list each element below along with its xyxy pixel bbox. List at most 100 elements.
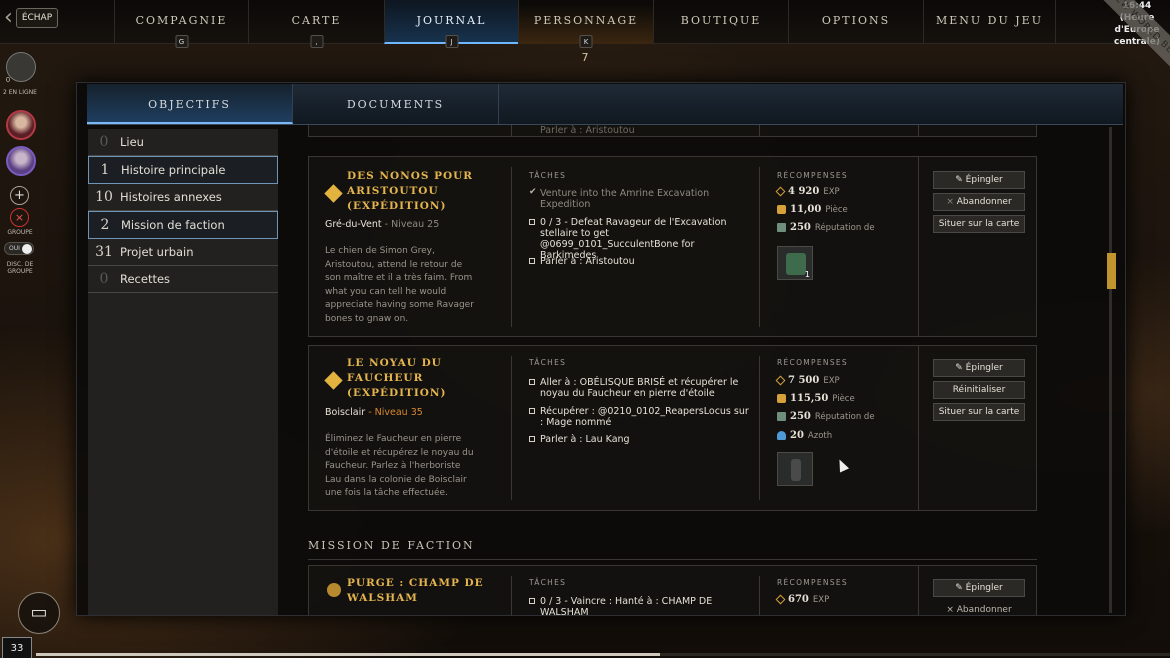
locate-on-map-button[interactable]: Situer sur la carte: [933, 215, 1025, 233]
tab-journal[interactable]: JOURNAL J: [384, 0, 518, 48]
task-item: Récupérer : @0210_0102_ReapersLocus sur …: [529, 406, 749, 428]
azoth-icon: [777, 431, 786, 440]
scrollbar-track[interactable]: [1109, 127, 1112, 613]
task-text: 0 / 3 - Defeat Ravageur de l'Excavation …: [540, 217, 727, 261]
task-item: Parler à : Aristoutou: [529, 256, 749, 267]
quest-level: - Niveau 25: [384, 219, 440, 230]
reward-unit: Pièce: [832, 393, 855, 404]
divider: [759, 167, 760, 327]
pin-button[interactable]: ✎ Épingler: [933, 579, 1025, 597]
attribute-points-count: 7: [581, 51, 589, 64]
escape-button[interactable]: ‹ ÉCHAP: [4, 5, 59, 30]
tab-menu-du-jeu[interactable]: MENU DU JEU: [923, 0, 1056, 44]
hotkey-badge: ,: [310, 35, 323, 48]
pin-button[interactable]: ✎ Épingler: [933, 359, 1025, 377]
task-text: 0 / 3 - Vaincre : Hanté à : CHAMP DE WAL…: [540, 596, 713, 615]
category-label: Lieu: [120, 135, 144, 150]
tab-label: BOUTIQUE: [680, 14, 762, 27]
category-mission-de-faction[interactable]: 2 Mission de faction: [88, 211, 278, 239]
section-title: MISSION DE FACTION: [308, 539, 475, 552]
xp-bar: [36, 653, 1170, 656]
divider: [511, 356, 512, 500]
rewards-header: RÉCOMPENSES: [777, 171, 848, 180]
task-item: Parler à : Lau Kang: [529, 434, 749, 445]
reward-unit: Azoth: [807, 430, 833, 441]
reward-value: 115,50: [790, 393, 829, 404]
category-projet-urbain[interactable]: 31 Projet urbain: [88, 239, 278, 266]
chat-button[interactable]: ▭: [18, 592, 60, 634]
add-member-icon[interactable]: +: [10, 186, 29, 205]
exp-icon: [775, 186, 786, 197]
hotkey-badge: J: [445, 35, 458, 48]
reset-button[interactable]: Réinitialiser: [933, 381, 1025, 399]
locate-on-map-button[interactable]: Situer sur la carte: [933, 403, 1025, 421]
task-text: Récupérer : @0210_0102_ReapersLocus sur …: [540, 406, 749, 428]
reward-unit: Pièce: [825, 204, 848, 215]
exp-icon: [775, 594, 786, 605]
checkbox: [529, 436, 535, 442]
task-item: Aller à : OBÉLISQUE BRISÉ et récupérer l…: [529, 377, 749, 399]
abandon-button[interactable]: × Abandonner: [933, 193, 1025, 211]
reward-item[interactable]: 1: [777, 246, 813, 280]
tab-objectifs[interactable]: OBJECTIFS: [87, 84, 293, 124]
coin-icon: [777, 205, 786, 214]
tab-carte[interactable]: CARTE ,: [248, 0, 384, 48]
journal-subtabs: OBJECTIFS DOCUMENTS: [87, 84, 1123, 125]
tab-boutique[interactable]: BOUTIQUE: [653, 0, 788, 44]
disc-label: DISC. DE: [6, 261, 34, 268]
tab-label: OBJECTIFS: [148, 98, 231, 111]
category-recettes[interactable]: 0 Recettes: [88, 266, 278, 294]
quest-card[interactable]: PURGE : CHAMP DE WALSHAM TÂCHES 0 / 3 - …: [308, 565, 1037, 615]
scrollbar-thumb[interactable]: [1107, 253, 1116, 289]
rewards-header: RÉCOMPENSES: [777, 578, 848, 587]
tab-label: MENU DU JEU: [936, 14, 1043, 27]
quest-card[interactable]: DES NONOS POUR ARISTOUTOU (EXPÉDITION) G…: [308, 156, 1037, 337]
category-label: Histoire principale: [121, 163, 226, 178]
avatar[interactable]: [6, 146, 36, 176]
reward-azoth: 20 Azoth: [777, 430, 832, 441]
tab-personnage[interactable]: PERSONNAGE K: [518, 0, 653, 48]
close-icon: ×: [946, 605, 957, 615]
leave-group-icon[interactable]: ×: [10, 208, 29, 227]
category-list: 0 Lieu 1 Histoire principale 10 Histoires a…: [88, 129, 278, 615]
location-name: Gré-du-Vent: [325, 219, 382, 230]
reward-exp: 7 500 EXP: [775, 375, 840, 386]
pin-button[interactable]: ✎ Épingler: [933, 171, 1025, 189]
group-toggle[interactable]: OUI: [4, 242, 34, 255]
task-text: Parler à : Aristoutou: [540, 256, 635, 267]
category-histoires-annexes[interactable]: 10 Histoires annexes: [88, 184, 278, 212]
divider: [511, 125, 512, 137]
category-label: Mission de faction: [121, 217, 225, 232]
quest-description: Le chien de Simon Grey, Aristoutou, atte…: [325, 246, 474, 324]
divider: [918, 566, 919, 615]
abandon-button[interactable]: × Abandonner: [933, 601, 1025, 615]
reward-exp: 4 920 EXP: [775, 186, 840, 197]
pin-icon: ✎: [955, 363, 963, 373]
tab-documents[interactable]: DOCUMENTS: [293, 84, 499, 124]
category-lieu[interactable]: 0 Lieu: [88, 129, 278, 157]
avatar[interactable]: [6, 110, 36, 140]
task-text: Aller à : OBÉLISQUE BRISÉ et récupérer l…: [540, 377, 739, 399]
tab-label: PERSONNAGE: [533, 14, 639, 27]
reward-unit: EXP: [823, 186, 840, 197]
category-histoire-principale[interactable]: 1 Histoire principale: [88, 156, 278, 184]
exp-icon: [775, 375, 786, 386]
divider: [308, 559, 1037, 560]
tab-label: COMPAGNIE: [135, 14, 228, 27]
tasks-header: TÂCHES: [529, 358, 567, 367]
hotkey-badge: K: [579, 35, 593, 48]
checkbox: [529, 219, 535, 225]
tab-compagnie[interactable]: COMPAGNIE G: [114, 0, 248, 48]
task-text: Parler à : Lau Kang: [540, 434, 630, 445]
reward-item[interactable]: [777, 452, 813, 486]
reward-unit: EXP: [812, 594, 830, 605]
quest-title: LE NOYAU DU FAUCHEUR (EXPÉDITION): [347, 357, 447, 399]
reputation-icon: [777, 412, 786, 421]
quest-level: - Niveau 35: [368, 407, 423, 418]
back-arrow-icon: ‹: [4, 5, 13, 30]
chat-icon: ▭: [30, 602, 48, 623]
tab-options[interactable]: OPTIONS: [788, 0, 923, 44]
category-count: 0: [99, 271, 109, 288]
divider: [918, 346, 919, 510]
quest-card[interactable]: LE NOYAU DU FAUCHEUR (EXPÉDITION) Boiscl…: [308, 345, 1037, 511]
